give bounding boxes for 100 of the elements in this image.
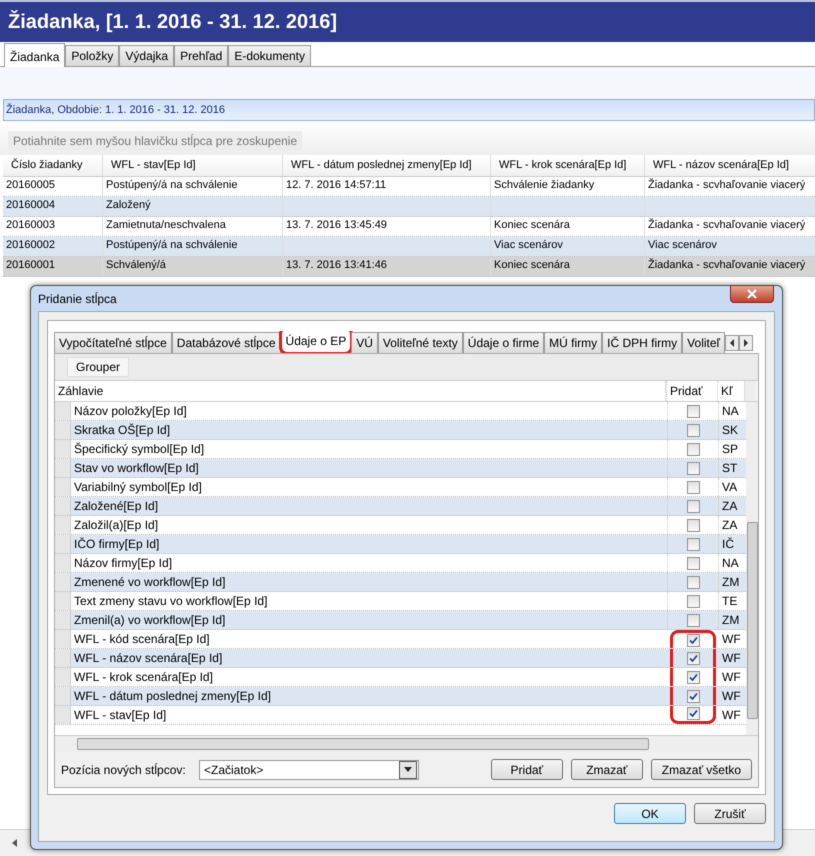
table-cell-text: Skratka OŠ[Ep Id] xyxy=(73,422,172,439)
checkbox[interactable] xyxy=(686,614,700,626)
scroll-left-arrow-icon[interactable] xyxy=(12,839,17,847)
tab[interactable]: E-dokumenty xyxy=(228,45,312,66)
table-cell-text: WF xyxy=(721,688,742,705)
checkbox[interactable] xyxy=(686,404,700,418)
table-cell: Postúpený/á na schválenie xyxy=(103,177,283,196)
table-cell: Koniec scenára xyxy=(491,217,645,236)
table-cell-text: VA xyxy=(721,479,738,496)
table-cell: 13. 7. 2016 13:45:49 xyxy=(283,217,491,236)
checkbox[interactable] xyxy=(686,442,700,456)
table-cell-text: Stav vo workflow[Ep Id] xyxy=(73,460,200,477)
table-cell-text: ZM xyxy=(721,612,740,629)
table-cell: 20160002 xyxy=(3,237,103,256)
close-button[interactable] xyxy=(730,285,774,303)
column-header[interactable]: WFL - názov scenára[Ep Id] xyxy=(645,155,815,176)
column-header[interactable]: Záhlavie xyxy=(55,381,666,401)
tab[interactable]: Voliteľné texty xyxy=(378,332,463,353)
checkbox[interactable] xyxy=(686,690,700,702)
tab[interactable]: Výdajka xyxy=(119,45,174,66)
column-header[interactable]: Pridať xyxy=(666,381,718,401)
table-cell-text: IČO firmy[Ep Id] xyxy=(73,536,160,553)
position-label: Pozícia nových stĺpcov: xyxy=(61,762,187,776)
table-row[interactable]: 20160004 Založený xyxy=(3,197,815,217)
table-cell: Schválený/á xyxy=(103,257,283,276)
checkbox[interactable] xyxy=(686,576,700,588)
grouper-button[interactable]: Grouper xyxy=(67,357,130,377)
table-cell: 12. 7. 2016 14:57:11 xyxy=(283,177,491,196)
tab[interactable]: Údaje o EP xyxy=(280,331,352,353)
checkbox[interactable] xyxy=(686,462,700,474)
vertical-scrollbar[interactable] xyxy=(746,402,758,735)
horizontal-scrollbar[interactable] xyxy=(55,735,758,752)
table-cell-text: SK xyxy=(721,422,740,439)
action-button[interactable]: Pridať xyxy=(490,759,563,780)
scrollbar-thumb[interactable] xyxy=(77,738,649,750)
cancel-button[interactable]: Zrušiť xyxy=(694,803,766,824)
dropdown-arrow-icon xyxy=(404,767,412,772)
checkbox[interactable] xyxy=(686,556,700,570)
checkbox[interactable] xyxy=(686,500,700,512)
table-cell: 20160001 xyxy=(3,257,103,276)
table-cell: 20160003 xyxy=(3,217,103,236)
checkbox[interactable] xyxy=(686,652,700,664)
table-cell-text: WFL - krok scenára[Ep Id] xyxy=(73,669,214,686)
checkbox[interactable] xyxy=(686,538,700,550)
table-cell-text: WFL - názov scenára[Ep Id] xyxy=(73,650,224,667)
column-header[interactable]: Číslo žiadanky xyxy=(3,155,103,176)
table-cell: Založený xyxy=(103,197,283,216)
table-row[interactable]: 20160001 Schválený/á 13. 7. 2016 13:41:46 Koniec scenára Žiadanka - scvhaľovanie viacerý xyxy=(3,257,815,277)
group-drop-area[interactable]: Potiahnite sem myšou hlavičku stĺpca pre zoskupenie xyxy=(8,131,302,151)
column-header[interactable]: WFL - stav[Ep Id] xyxy=(103,155,283,176)
tab[interactable]: Údaje o firme xyxy=(462,332,544,353)
table-cell: 20160005 xyxy=(3,177,103,196)
action-button[interactable]: Zmazať všetko xyxy=(650,759,752,780)
checkbox[interactable] xyxy=(686,670,700,684)
table-cell-text: Názov položky[Ep Id] xyxy=(73,403,188,420)
table-cell: Viac scenárov xyxy=(491,237,645,256)
tab[interactable]: Voliteľ xyxy=(682,332,726,353)
action-button[interactable]: Zmazať xyxy=(570,759,643,780)
table-cell: 13. 7. 2016 13:41:46 xyxy=(283,257,491,276)
ok-button[interactable]: OK xyxy=(614,803,686,824)
column-header[interactable]: WFL - dátum poslednej zmeny[Ep Id] xyxy=(283,155,491,176)
table-cell: Koniec scenára xyxy=(491,257,645,276)
table-cell-text: ZM xyxy=(721,574,740,591)
column-header[interactable]: WFL - krok scenára[Ep Id] xyxy=(491,155,645,176)
table-cell: 20160004 xyxy=(3,197,103,216)
table-row[interactable]: 20160002 Postúpený/á na schválenie Viac scenárov Viac scenárov xyxy=(3,237,815,257)
tab[interactable]: VÚ xyxy=(351,332,378,353)
table-cell-text: Variabilný symbol[Ep Id] xyxy=(73,479,203,496)
tab[interactable]: MÚ firmy xyxy=(544,332,602,353)
checkbox[interactable] xyxy=(686,480,700,494)
checkbox[interactable] xyxy=(686,707,700,720)
tab[interactable]: Žiadanka xyxy=(4,43,66,67)
table-cell: Zamietnuta/neschvalena xyxy=(103,217,283,236)
scroll-right-button[interactable] xyxy=(739,335,754,351)
tab[interactable]: Vypočítateľné stĺpce xyxy=(54,332,172,353)
table-cell-text: SP xyxy=(721,441,740,458)
checkbox[interactable] xyxy=(686,424,700,436)
window-title: Žiadanka, [1. 1. 2016 - 31. 12. 2016] xyxy=(8,10,338,34)
table-cell: Viac scenárov xyxy=(645,237,815,256)
position-dropdown[interactable]: <Začiatok> xyxy=(199,760,419,780)
tab[interactable]: Databázové stĺpce xyxy=(172,332,281,353)
table-cell-text: Špecifický symbol[Ep Id] xyxy=(73,441,206,458)
table-cell-text: WF xyxy=(721,631,742,648)
right-arrow-icon xyxy=(743,339,750,347)
table-cell-text: TE xyxy=(721,593,738,610)
scrollbar-thumb[interactable] xyxy=(747,522,758,719)
tab[interactable]: Prehľad xyxy=(174,45,228,66)
table-cell: Žiadanka - scvhaľovanie viacerý xyxy=(645,257,815,276)
checkbox[interactable] xyxy=(686,594,700,608)
table-cell-text: WFL - dátum poslednej zmeny[Ep Id] xyxy=(73,688,272,705)
dialog-title: Pridanie stĺpca xyxy=(38,292,117,306)
checkbox[interactable] xyxy=(686,518,700,532)
tab[interactable]: IČ DPH firmy xyxy=(602,332,682,353)
tab[interactable]: Položky xyxy=(65,45,120,66)
checkbox[interactable] xyxy=(686,634,700,647)
scroll-left-button[interactable] xyxy=(725,335,740,351)
table-cell-text: WF xyxy=(721,669,742,686)
table-cell-text: Text zmeny stavu vo workflow[Ep Id] xyxy=(73,593,268,610)
table-cell: Postúpený/á na schválenie xyxy=(103,237,283,256)
table-cell-text: IČ xyxy=(721,536,735,553)
